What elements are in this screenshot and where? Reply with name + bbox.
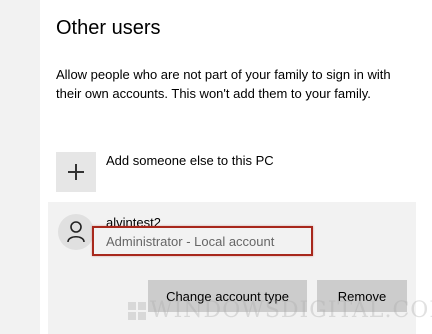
person-icon: [58, 214, 94, 250]
account-panel[interactable]: [48, 202, 416, 334]
plus-icon: [56, 152, 96, 192]
highlight-annotation: [92, 226, 313, 256]
section-description: Allow people who are not part of your fa…: [56, 67, 391, 101]
add-user-label: Add someone else to this PC: [106, 153, 274, 168]
section-title: Other users: [56, 17, 161, 39]
add-user-button[interactable]: Add someone else to this PC: [56, 152, 356, 192]
navigation-strip: [0, 0, 40, 334]
settings-page: Other users Allow people who are not par…: [0, 0, 432, 334]
change-account-type-button[interactable]: Change account type: [148, 280, 307, 312]
remove-button[interactable]: Remove: [317, 280, 407, 312]
